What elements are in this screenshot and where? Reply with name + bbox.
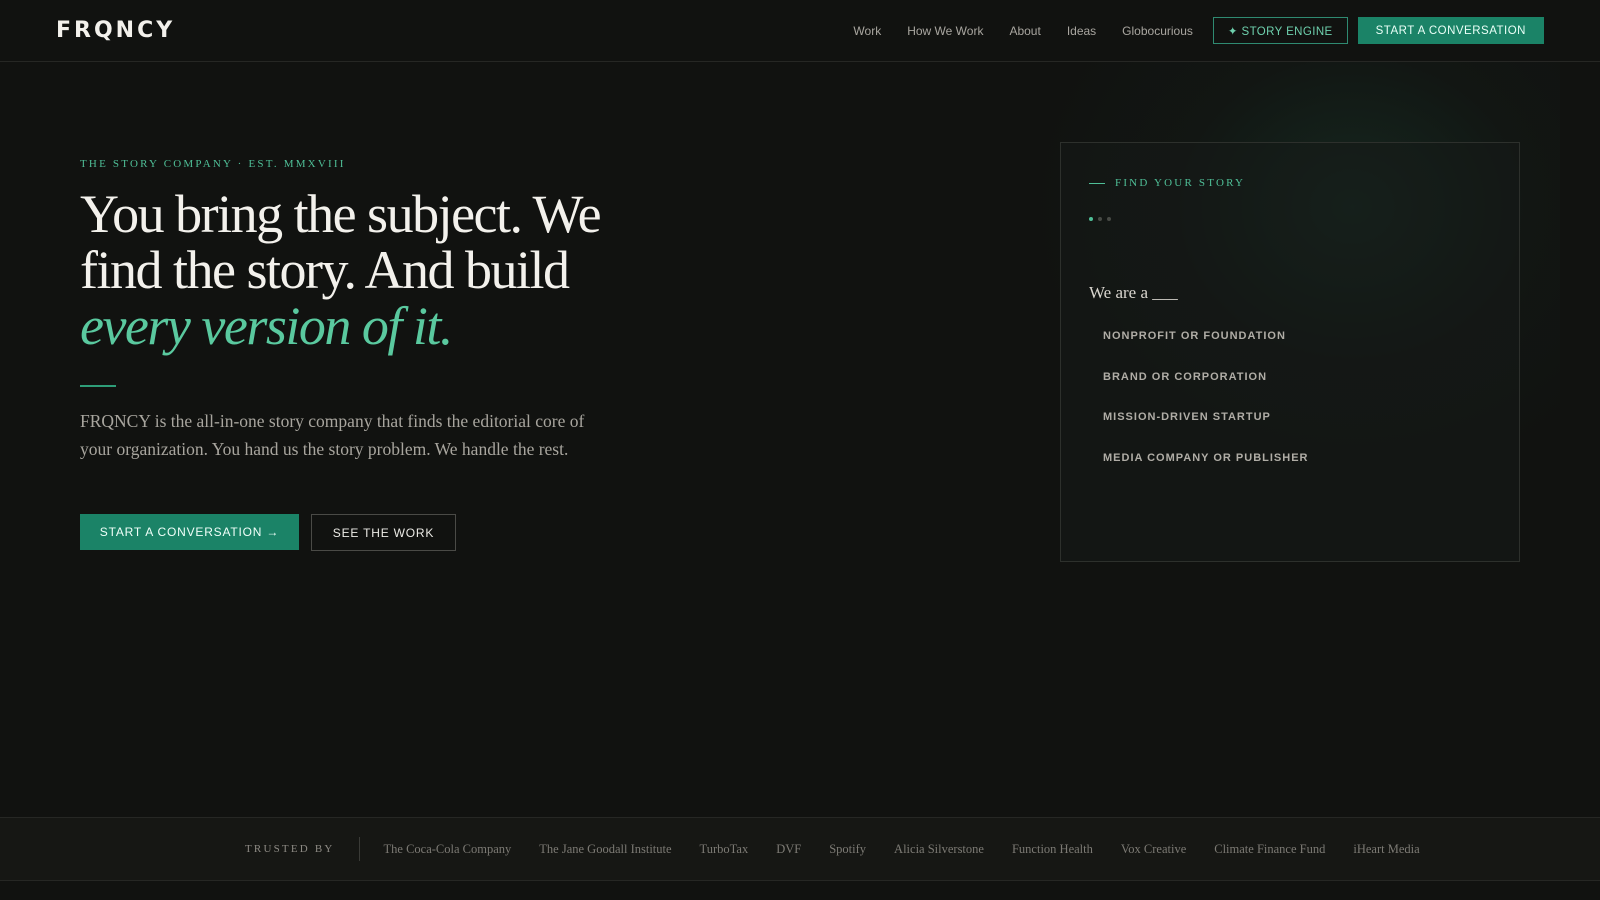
header-start-conversation-button[interactable]: START A CONVERSATION [1357, 17, 1544, 44]
card-kicker: FIND YOUR STORY [1089, 177, 1245, 189]
start-conversation-button[interactable]: START A CONVERSATION → [80, 514, 299, 550]
step-dot [1107, 217, 1111, 221]
step-dot [1098, 217, 1102, 221]
option-nonprofit[interactable]: NONPROFIT OR FOUNDATION [1103, 330, 1308, 371]
card-prompt: We are a ___ [1089, 283, 1178, 302]
option-media[interactable]: MEDIA COMPANY OR PUBLISHER [1103, 452, 1308, 493]
hero-lede: FRQNCY is the all-in-one story company t… [80, 411, 585, 459]
client-name: Alicia Silverstone [894, 841, 984, 856]
client-name: Spotify [829, 841, 867, 856]
option-startup[interactable]: MISSION-DRIVEN STARTUP [1103, 411, 1308, 452]
option-brand[interactable]: BRAND OR CORPORATION [1103, 371, 1308, 412]
client-name: TurboTax [699, 841, 749, 856]
find-your-story-card: FIND YOUR STORY We are a ___ NONPROFIT O… [1060, 142, 1520, 562]
nav-link-work[interactable]: Work [853, 24, 881, 38]
client-name: The Coca-Cola Company [383, 841, 512, 856]
nav-link-globocurious[interactable]: Globocurious [1122, 24, 1193, 38]
card-kicker-label: FIND YOUR STORY [1115, 177, 1246, 189]
headline-accent: every version of it. [80, 296, 453, 356]
nav-link-ideas[interactable]: Ideas [1067, 24, 1096, 38]
hero-eyebrow: THE STORY COMPANY · EST. MMXVIII [80, 158, 346, 170]
see-the-work-button[interactable]: SEE THE WORK [311, 514, 456, 551]
kicker-dash [1089, 182, 1105, 184]
step-dot [1089, 217, 1093, 221]
site-header: FRQNCY Work How We Work About Ideas Glob… [0, 0, 1600, 62]
main-nav: Work How We Work About Ideas Globocuriou… [827, 17, 1544, 44]
trusted-by-bar: TRUSTED BY The Coca-Cola Company The Jan… [0, 817, 1600, 881]
hero-cta-row: START A CONVERSATION → SEE THE WORK [80, 514, 456, 551]
client-name: The Jane Goodall Institute [539, 841, 672, 856]
client-name: Function Health [1011, 841, 1093, 856]
hero-divider [80, 385, 116, 387]
trusted-by-label: TRUSTED BY [245, 843, 335, 855]
option-list: NONPROFIT OR FOUNDATION BRAND OR CORPORA… [1103, 330, 1308, 492]
client-list: The Coca-Cola Company The Jane Goodall I… [384, 842, 1448, 857]
trusted-separator [358, 837, 360, 861]
headline-main: You bring the subject. We find the story… [80, 184, 602, 300]
step-indicator [1089, 217, 1116, 221]
client-name: iHeart Media [1353, 841, 1420, 856]
logo[interactable]: FRQNCY [56, 18, 175, 43]
nav-link-how-we-work[interactable]: How We Work [907, 24, 983, 38]
hero-headline: You bring the subject. We find the story… [80, 186, 640, 354]
client-name: Climate Finance Fund [1214, 841, 1326, 856]
nav-link-about[interactable]: About [1009, 24, 1040, 38]
client-name: DVF [776, 841, 802, 856]
client-name: Vox Creative [1120, 841, 1187, 856]
story-engine-button[interactable]: ✦ STORY ENGINE [1212, 17, 1348, 44]
